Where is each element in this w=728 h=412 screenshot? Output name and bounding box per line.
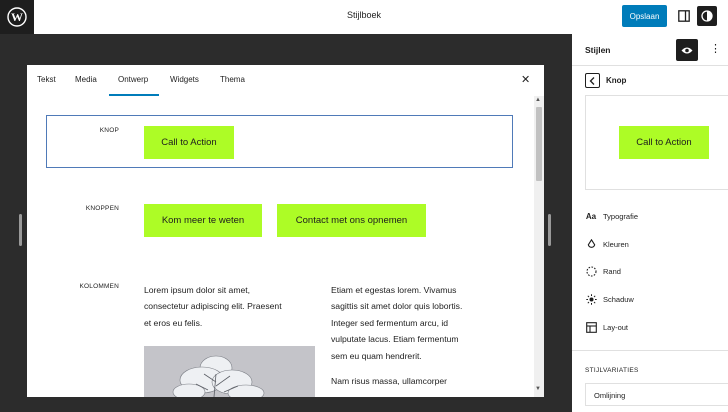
stylebook-panel: Tekst Media Ontwerp Widgets Thema ✕ ▲ ▼ … <box>27 65 544 397</box>
column-2-text: Etiam et egestas lorem. Vivamus sagittis… <box>331 285 463 387</box>
scroll-up-icon[interactable]: ▲ <box>535 97 541 103</box>
tab-thema[interactable]: Thema <box>220 75 245 84</box>
scroll-down-icon[interactable]: ▼ <box>535 386 541 392</box>
variation-label: Omlijning <box>594 391 626 400</box>
section-label-knop: KNOP <box>99 127 119 134</box>
panel-title: Knop <box>606 76 627 85</box>
button-preview: Call to Action <box>585 95 728 190</box>
stylebook-tabs: Tekst Media Ontwerp Widgets Thema ✕ <box>27 65 544 96</box>
snowy-tree-image <box>144 346 315 397</box>
variation-omlijning[interactable]: Omlijning <box>585 383 728 406</box>
more-options-icon[interactable]: ⋮ <box>710 42 721 55</box>
active-tab-indicator <box>109 94 159 96</box>
sidebar-divider <box>572 350 728 351</box>
contact-button[interactable]: Contact met ons opnemen <box>277 204 426 237</box>
tab-ontwerp[interactable]: Ontwerp <box>118 75 148 84</box>
top-toolbar: W Stijlboek Opslaan <box>0 0 728 34</box>
document-title[interactable]: Stijlboek <box>0 10 728 20</box>
tab-media[interactable]: Media <box>75 75 97 84</box>
learn-more-button[interactable]: Kom meer te weten <box>144 204 262 237</box>
selected-block-outline[interactable] <box>46 115 513 168</box>
sidebar-toggle-icon[interactable] <box>674 6 694 26</box>
droplet-icon <box>585 238 597 250</box>
menu-rand[interactable]: Rand <box>585 264 621 278</box>
menu-schaduw[interactable]: Schaduw <box>585 292 634 306</box>
menu-typografie[interactable]: Aa Typografie <box>585 209 638 223</box>
back-chevron-icon[interactable] <box>585 73 600 88</box>
cta-button[interactable]: Call to Action <box>144 126 234 159</box>
sidebar-header: Stijlen ⋮ <box>572 34 728 66</box>
scrollbar[interactable]: ▲ ▼ <box>534 96 544 397</box>
scrollbar-thumb[interactable] <box>536 107 542 181</box>
left-resize-handle[interactable] <box>19 214 22 246</box>
typography-icon: Aa <box>585 211 597 221</box>
layout-icon <box>585 321 597 333</box>
section-label-knoppen: KNOPPEN <box>85 205 119 212</box>
variations-heading: STIJLVARIATIES <box>585 367 639 374</box>
styles-icon[interactable] <box>697 6 717 26</box>
tab-widgets[interactable]: Widgets <box>170 75 199 84</box>
styles-sidebar: Stijlen ⋮ Knop Call to Action Aa Typogra… <box>572 34 728 412</box>
close-icon[interactable]: ✕ <box>521 73 530 86</box>
menu-kleuren[interactable]: Kleuren <box>585 237 629 251</box>
sidebar-title: Stijlen <box>585 45 611 55</box>
shadow-icon <box>585 293 597 305</box>
right-resize-handle[interactable] <box>548 214 551 246</box>
save-button[interactable]: Opslaan <box>622 5 667 27</box>
section-label-kolommen: KOLOMMEN <box>79 283 119 290</box>
preview-cta-button: Call to Action <box>619 126 709 159</box>
column-1-text: Lorem ipsum dolor sit amet, consectetur … <box>144 285 282 328</box>
border-icon <box>585 265 597 277</box>
tab-tekst[interactable]: Tekst <box>37 75 56 84</box>
menu-lay-out[interactable]: Lay-out <box>585 320 628 334</box>
eye-icon[interactable] <box>676 39 698 61</box>
